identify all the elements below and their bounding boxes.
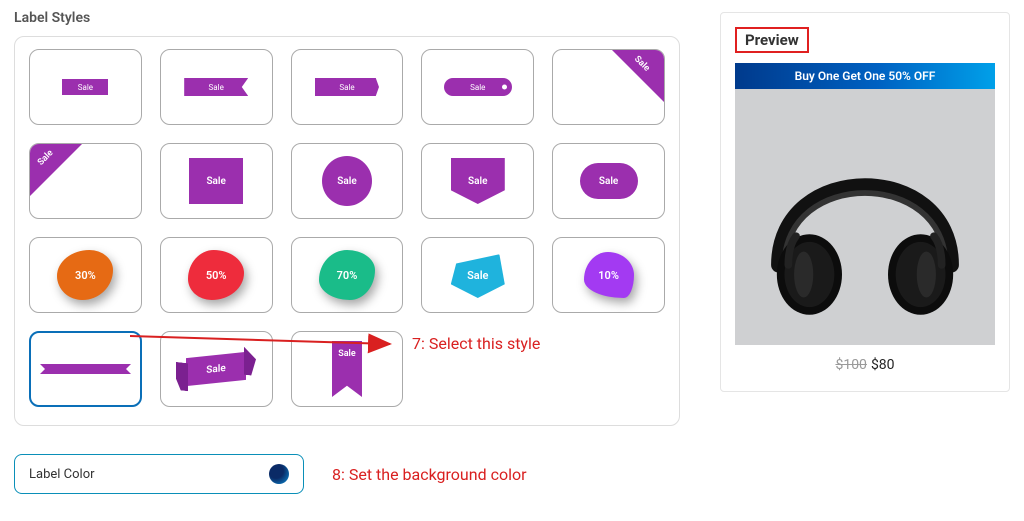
product-card: Buy One Get One 50% OFF bbox=[735, 63, 995, 373]
style-option-corner-right[interactable]: Sale bbox=[552, 49, 665, 125]
style-option-bar-small[interactable]: Sale bbox=[29, 49, 142, 125]
preview-section: Preview Buy One Get One 50% OFF bbox=[720, 10, 1010, 494]
sale-label: Sale bbox=[451, 158, 505, 204]
sale-label: Sale bbox=[186, 352, 246, 386]
label-color-field-label: Label Color bbox=[29, 467, 95, 482]
blob-label: 50% bbox=[188, 250, 244, 300]
style-option-blob-violet[interactable]: 10% bbox=[552, 237, 665, 313]
style-option-blob-orange[interactable]: 30% bbox=[29, 237, 142, 313]
color-swatch-icon[interactable] bbox=[269, 464, 289, 484]
product-price: $100 $80 bbox=[735, 357, 995, 373]
sale-label: Sale bbox=[315, 78, 379, 96]
blob-label: 30% bbox=[57, 250, 113, 300]
style-option-bar-arrow[interactable]: Sale bbox=[291, 49, 404, 125]
sale-label: Sale bbox=[62, 79, 108, 95]
headphones-icon bbox=[750, 102, 980, 332]
corner-shape: Sale bbox=[611, 49, 665, 103]
preview-panel: Preview Buy One Get One 50% OFF bbox=[720, 12, 1010, 392]
ribbon-shape bbox=[40, 364, 131, 374]
label-color-field[interactable]: Label Color bbox=[14, 454, 304, 494]
label-styles-section: Label Styles Sale Sale Sale Sale Sale bbox=[14, 10, 680, 494]
style-option-thin-ribbon[interactable] bbox=[29, 331, 142, 407]
annotation-step-8: 8: Set the background color bbox=[332, 465, 527, 484]
style-option-bar-notch[interactable]: Sale bbox=[160, 49, 273, 125]
style-option-pill[interactable]: Sale bbox=[552, 143, 665, 219]
style-option-blob-cyan[interactable]: Sale bbox=[421, 237, 534, 313]
preview-title: Preview bbox=[735, 27, 809, 53]
style-option-shield[interactable]: Sale bbox=[421, 143, 534, 219]
style-option-square[interactable]: Sale bbox=[160, 143, 273, 219]
annotation-step-7: 7: Select this style bbox=[412, 334, 540, 353]
annotation-arrow-icon bbox=[130, 332, 400, 354]
style-option-bar-tag[interactable]: Sale bbox=[421, 49, 534, 125]
old-price: $100 bbox=[835, 357, 866, 373]
blob-label: 70% bbox=[319, 250, 375, 300]
blob-label: 10% bbox=[584, 252, 634, 298]
corner-shape: Sale bbox=[29, 143, 83, 197]
product-image bbox=[735, 89, 995, 345]
style-option-corner-left[interactable]: Sale bbox=[29, 143, 142, 219]
style-option-blob-red[interactable]: 50% bbox=[160, 237, 273, 313]
section-title: Label Styles bbox=[14, 10, 680, 26]
sale-label: Sale bbox=[184, 78, 248, 96]
label-styles-grid: Sale Sale Sale Sale Sale Sale bbox=[14, 36, 680, 426]
new-price: $80 bbox=[871, 357, 895, 373]
sale-label: Sale bbox=[580, 163, 638, 199]
sale-label: Sale bbox=[444, 78, 512, 96]
style-option-blob-green[interactable]: 70% bbox=[291, 237, 404, 313]
sale-label: Sale bbox=[322, 156, 372, 206]
promo-banner: Buy One Get One 50% OFF bbox=[735, 63, 995, 89]
style-option-circle[interactable]: Sale bbox=[291, 143, 404, 219]
blob-label: Sale bbox=[451, 252, 505, 298]
sale-label: Sale bbox=[189, 158, 243, 204]
